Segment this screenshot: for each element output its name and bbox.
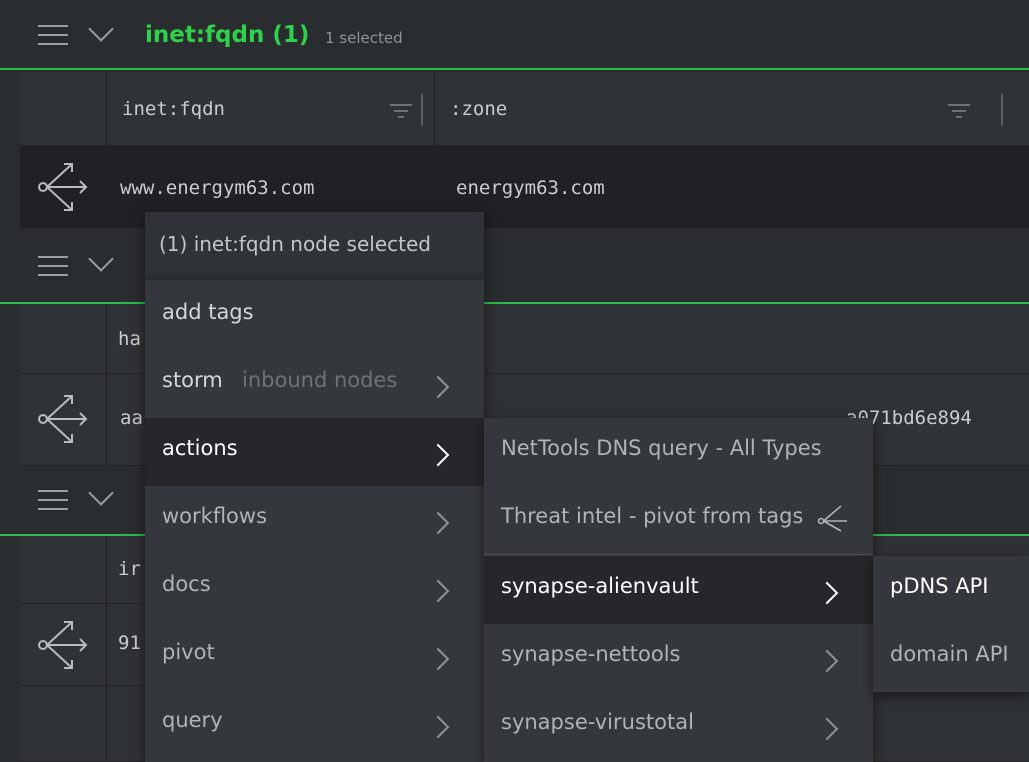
menu-item-nettools-dns-query[interactable]: NetTools DNS query - All Types (484, 418, 873, 486)
menu-item-pivot[interactable]: pivot (145, 622, 484, 690)
pivot-icon (817, 505, 847, 532)
filter-icon[interactable] (948, 104, 970, 118)
menu-item-storm[interactable]: storm inbound nodes (145, 350, 484, 418)
chevron-right-icon (426, 715, 450, 739)
menu-item-synapse-alienvault[interactable]: synapse-alienvault (484, 556, 873, 624)
chevron-down-icon[interactable] (88, 480, 114, 506)
menu-item-synapse-virustotal[interactable]: synapse-virustotal (484, 692, 873, 760)
chevron-right-icon (426, 375, 450, 399)
selected-count: 1 selected (325, 29, 403, 47)
pivot-icon[interactable] (34, 160, 90, 214)
filter-icon[interactable] (390, 104, 412, 118)
chevron-right-icon (426, 579, 450, 603)
chevron-right-icon (815, 581, 839, 605)
menu-item-add-tags[interactable]: add tags (145, 282, 484, 350)
cell-partial[interactable]: aa (120, 407, 143, 429)
column-header-partial[interactable]: ha (118, 328, 141, 350)
column-header-zone[interactable]: :zone (450, 98, 507, 120)
cell-zone[interactable]: energym63.com (456, 177, 605, 199)
menu-item-query[interactable]: query (145, 690, 484, 758)
context-menu: (1) inet:fqdn node selected add tags sto… (145, 212, 484, 762)
hamburger-menu-icon[interactable] (38, 25, 68, 45)
menu-item-workflows[interactable]: workflows (145, 486, 484, 554)
chevron-right-icon (815, 717, 839, 741)
context-menu-title: (1) inet:fqdn node selected (159, 232, 431, 256)
menu-item-actions[interactable]: actions (145, 418, 484, 486)
pane-header-fqdn: inet:fqdn (1) 1 selected (0, 0, 1029, 70)
column-header-row: inet:fqdn :zone (20, 72, 1029, 146)
pane-title: inet:fqdn (1) (145, 22, 310, 48)
chevron-right-icon (426, 443, 450, 467)
hamburger-menu-icon[interactable] (38, 490, 68, 510)
chevron-down-icon[interactable] (88, 16, 114, 42)
alienvault-submenu: pDNS API domain API (873, 556, 1029, 692)
pivot-icon[interactable] (34, 618, 90, 672)
chevron-right-icon (426, 511, 450, 535)
cell-fqdn[interactable]: www.energym63.com (120, 177, 314, 199)
menu-item-docs[interactable]: docs (145, 554, 484, 622)
column-resize-handle[interactable] (1001, 94, 1003, 126)
menu-item-pdns-api[interactable]: pDNS API (873, 556, 1029, 624)
menu-item-threat-intel-pivot[interactable]: Threat intel - pivot from tags (484, 486, 873, 554)
actions-submenu: NetTools DNS query - All Types Threat in… (484, 418, 873, 762)
cell-partial[interactable]: 91 (118, 632, 141, 654)
menu-item-storm-hint: inbound nodes (242, 368, 398, 392)
chevron-right-icon (426, 647, 450, 671)
menu-item-synapse-nettools[interactable]: synapse-nettools (484, 624, 873, 692)
pivot-icon[interactable] (34, 392, 90, 446)
context-menu-header: (1) inet:fqdn node selected (145, 212, 484, 274)
column-resize-handle[interactable] (421, 94, 423, 126)
menu-item-domain-api[interactable]: domain API (873, 624, 1029, 692)
chevron-down-icon[interactable] (88, 246, 114, 272)
hamburger-menu-icon[interactable] (38, 256, 68, 276)
column-header-fqdn[interactable]: inet:fqdn (122, 98, 225, 120)
column-header-partial[interactable]: ir (118, 558, 141, 580)
chevron-right-icon (815, 649, 839, 673)
